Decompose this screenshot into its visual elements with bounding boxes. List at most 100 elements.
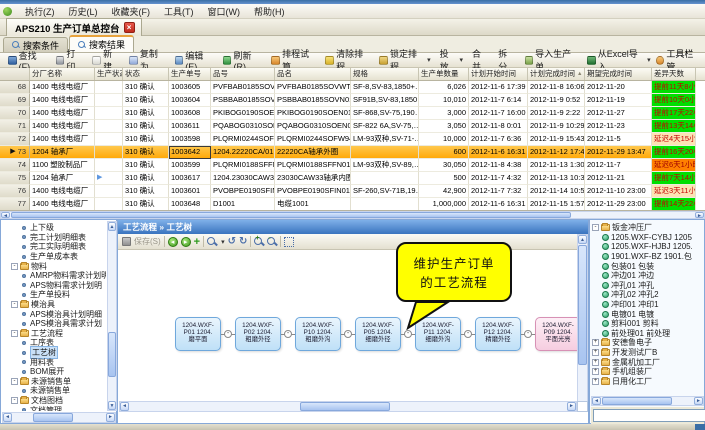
expand-icon[interactable]: + [592, 368, 599, 375]
scrollbar-thumb[interactable] [108, 332, 116, 377]
menu-item[interactable]: 历史(L) [62, 6, 105, 18]
zoom-out-icon[interactable]: - [267, 237, 277, 247]
nav-forward-icon[interactable]: ▸ [181, 237, 191, 247]
process-node[interactable]: 1204.WXF-P09 1204.平面光亮 [535, 317, 577, 351]
scroll-left-icon[interactable]: ◄ [1, 212, 10, 218]
column-header-diff[interactable]: 差异天数 [652, 68, 696, 80]
menu-item[interactable]: 工具(T) [157, 6, 201, 18]
collapse-icon[interactable]: - [11, 330, 18, 337]
scrollbar-thumb[interactable] [602, 397, 672, 405]
process-node[interactable]: 1204.WXF-P02 1204.粗磨外径 [235, 317, 281, 351]
connector-collapse-icon[interactable]: - [464, 330, 472, 338]
find-input[interactable] [593, 409, 705, 422]
column-header-item_no[interactable]: 品号 [211, 68, 275, 80]
scrollbar-thumb[interactable] [11, 212, 571, 218]
column-header-status[interactable]: 状态 [123, 68, 169, 80]
scroll-up-icon[interactable]: ▲ [108, 222, 116, 231]
menu-item[interactable]: 帮助(H) [247, 6, 292, 18]
toolbar-button[interactable]: 刷新(R) [219, 54, 267, 67]
tree-item-leaf[interactable]: 工艺树 [2, 348, 106, 358]
scroll-left-icon[interactable]: ◄ [3, 413, 12, 422]
column-header-order_no[interactable]: 生产单号 [169, 68, 211, 80]
toolbar-button[interactable]: 编辑(E) [171, 54, 218, 67]
process-node[interactable]: 1204.WXF-P12 1204.精磨外径 [475, 317, 521, 351]
scroll-right-icon[interactable]: ► [106, 413, 115, 422]
zoom-select-icon[interactable] [207, 237, 217, 247]
save-icon[interactable] [122, 237, 131, 246]
scrollbar-thumb[interactable] [33, 413, 73, 422]
resource-tree-horizontal-scrollbar[interactable]: ◄ ► [591, 396, 704, 406]
column-header-start[interactable]: 计划开始时间 [469, 68, 528, 80]
connector-collapse-icon[interactable]: - [224, 330, 232, 338]
column-header-factory[interactable]: 分厂名称 [30, 68, 95, 80]
tree-item-leaf[interactable]: 生产单成本表 [2, 252, 106, 262]
toolbar-button[interactable]: 打印 [52, 54, 88, 67]
collapse-icon[interactable]: - [11, 378, 18, 385]
scroll-left-icon[interactable]: ◄ [120, 402, 129, 411]
chevron-down-icon[interactable]: ▾ [221, 238, 225, 246]
scrollbar-thumb[interactable] [300, 402, 390, 411]
toolbar-button[interactable]: 查找(F) [4, 54, 51, 67]
resource-group[interactable]: +日用化工厂 [592, 377, 692, 387]
scroll-right-icon[interactable]: ► [694, 397, 703, 405]
chevron-down-icon[interactable]: ▾ [427, 56, 431, 64]
toolbar-button[interactable]: 从Excel导入▾ [583, 54, 655, 67]
scroll-right-icon[interactable]: ► [567, 402, 576, 411]
menu-item[interactable]: 执行(Z) [18, 6, 62, 18]
save-button[interactable]: 保存(S) [134, 236, 161, 247]
toolbar-button[interactable]: 清除排程 [321, 54, 374, 67]
connector-collapse-icon[interactable]: - [284, 330, 292, 338]
scroll-right-icon[interactable]: ► [695, 212, 704, 218]
table-row[interactable]: 691400 电线电缆厂310 确认1003604PSBBAB0185SOVN0… [0, 94, 705, 107]
expand-icon[interactable]: + [592, 359, 599, 366]
scrollbar-thumb[interactable] [578, 245, 587, 365]
table-row[interactable]: 711400 电线电缆厂310 确认1003611PQABOG0310SOEN0… [0, 120, 705, 133]
report-tree-horizontal-scrollbar[interactable]: ◄ ► [2, 412, 116, 423]
menu-item[interactable]: 窗口(W) [201, 6, 248, 18]
toolbar-button[interactable]: 排程试算 [267, 54, 320, 67]
connector-collapse-icon[interactable]: - [404, 330, 412, 338]
tree-item-leaf[interactable]: 文档管理 [2, 405, 106, 411]
column-header-finish[interactable]: 计划完成时间▲ [528, 68, 585, 80]
column-header-expect[interactable]: 期望完成时间 [585, 68, 652, 80]
collapse-icon[interactable]: - [592, 224, 599, 231]
chevron-down-icon[interactable]: ▾ [460, 56, 464, 64]
table-row[interactable]: 741100 塑胶制品厂310 确认1003599PLQRMI0188SFFN0… [0, 159, 705, 172]
nav-back-icon[interactable]: ◂ [168, 237, 178, 247]
toolbar-button[interactable]: 合并 [468, 54, 493, 67]
close-icon[interactable]: × [124, 22, 135, 33]
report-tree-vertical-scrollbar[interactable]: ▲ ▼ [107, 221, 117, 411]
scroll-up-icon[interactable]: ▲ [578, 235, 587, 244]
toolbar-button[interactable]: 导入生产单 [521, 54, 583, 67]
expand-icon[interactable]: + [592, 339, 599, 346]
process-node[interactable]: 1204.WXF-P01 1204.磨平面 [175, 317, 221, 351]
table-row[interactable]: 721400 电线电缆厂310 确认1003598PLQRMI0244SOFW9… [0, 133, 705, 146]
redo-icon[interactable]: ↻ [239, 237, 247, 247]
column-header-item_name[interactable]: 品名 [275, 68, 351, 80]
table-row[interactable]: 751204 轴承厂▶310 确认10036171204.23030CAW33/… [0, 172, 705, 185]
scroll-down-icon[interactable]: ▼ [108, 401, 116, 410]
expand-icon[interactable]: + [592, 378, 599, 385]
table-row[interactable]: ▶731204 轴承厂310 确认10036421204.22220CA/012… [0, 146, 705, 159]
canvas-horizontal-scrollbar[interactable]: ◄ ► [119, 401, 577, 412]
process-node[interactable]: 1204.WXF-P05 1204.细磨外径 [355, 317, 401, 351]
table-horizontal-scrollbar[interactable]: ◄ ► [0, 211, 705, 219]
toolbar-button[interactable]: 新建 [88, 54, 124, 67]
connector-collapse-icon[interactable]: - [344, 330, 352, 338]
toolbar-button[interactable]: 投放▾ [436, 54, 467, 67]
menu-item[interactable]: 收藏夹(F) [105, 6, 158, 18]
chevron-down-icon[interactable]: ▾ [647, 56, 651, 64]
collapse-icon[interactable]: - [11, 263, 18, 270]
tree-item-folder[interactable]: -工艺流程 [2, 329, 106, 339]
add-node-icon[interactable]: + [194, 237, 200, 247]
table-row[interactable]: 761400 电线电缆厂310 确认1003601PVOBPE0190SFIN0… [0, 185, 705, 198]
canvas-vertical-scrollbar[interactable]: ▲ ▼ [577, 234, 588, 412]
table-row[interactable]: 701400 电线电缆厂310 确认1003608PKIBOG0190SOEN0… [0, 107, 705, 120]
scroll-left-icon[interactable]: ◄ [592, 397, 601, 405]
undo-icon[interactable]: ↺ [228, 237, 236, 247]
collapse-icon[interactable]: - [11, 301, 18, 308]
zoom-in-icon[interactable]: + [254, 237, 264, 247]
column-header-prod_status[interactable]: 生产状态 [95, 68, 123, 80]
connector-collapse-icon[interactable]: - [524, 330, 532, 338]
column-header-spec[interactable]: 规格 [351, 68, 419, 80]
